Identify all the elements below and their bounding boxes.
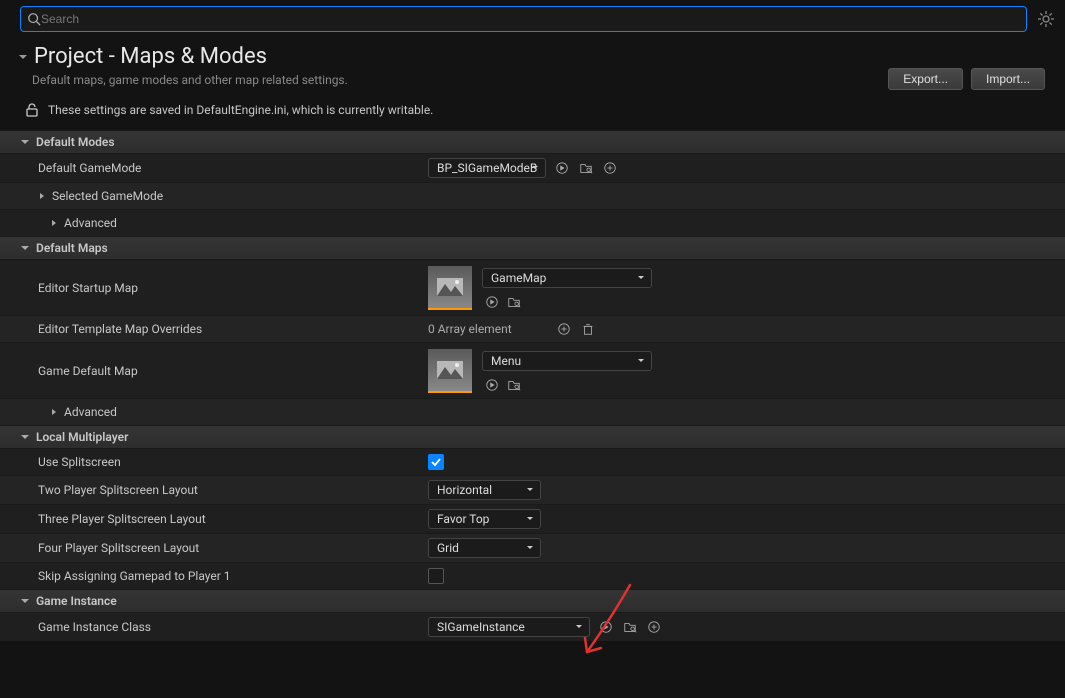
chevron-down-icon [637,274,645,282]
browse-icon[interactable] [622,619,638,635]
browse-icon[interactable] [578,160,594,176]
chevron-down-icon [526,515,534,523]
dropdown-game-instance-class[interactable]: SIGameInstance [428,617,590,637]
use-selected-icon[interactable] [554,160,570,176]
chevron-down-icon [575,623,583,631]
label-two-player-layout: Two Player Splitscreen Layout [0,483,420,497]
section-local-multiplayer[interactable]: Local Multiplayer [0,425,1065,448]
browse-icon[interactable] [506,377,522,393]
dropdown-value: SIGameInstance [437,620,525,634]
dropdown-three-player-layout[interactable]: Favor Top [428,509,541,529]
chevron-down-icon [20,432,30,442]
section-label: Default Modes [36,135,115,149]
use-selected-icon[interactable] [598,619,614,635]
label-default-gamemode: Default GameMode [0,161,420,175]
label-use-splitscreen: Use Splitscreen [0,455,420,469]
chevron-down-icon [20,243,30,253]
label-four-player-layout: Four Player Splitscreen Layout [0,541,420,555]
label-three-player-layout: Three Player Splitscreen Layout [0,512,420,526]
export-button[interactable]: Export... [888,68,963,90]
map-thumbnail[interactable] [428,349,472,393]
section-default-modes[interactable]: Default Modes [0,130,1065,153]
check-icon [431,457,441,467]
clear-array-icon[interactable] [580,321,596,337]
chevron-down-icon [526,486,534,494]
use-selected-icon[interactable] [484,377,500,393]
import-button[interactable]: Import... [971,68,1045,90]
label-advanced-modes[interactable]: Advanced [0,216,420,230]
dropdown-value: Grid [437,541,459,555]
section-label: Default Maps [36,241,108,255]
array-count: 0 Array element [428,322,548,336]
dropdown-game-default-map[interactable]: Menu [482,351,652,371]
search-input[interactable] [41,12,1020,26]
use-selected-icon[interactable] [484,294,500,310]
dropdown-value: GameMap [491,271,546,285]
add-icon[interactable] [602,160,618,176]
label-editor-template-overrides: Editor Template Map Overrides [0,322,420,336]
collapse-icon[interactable] [18,52,28,62]
dropdown-default-gamemode[interactable]: BP_SIGameModeB [428,158,546,178]
label-advanced-maps[interactable]: Advanced [0,405,420,419]
checkbox-skip-gamepad[interactable] [428,568,444,584]
unlocked-icon [24,102,40,118]
dropdown-editor-startup-map[interactable]: GameMap [482,268,652,288]
checkbox-use-splitscreen[interactable] [428,454,444,470]
chevron-down-icon [20,596,30,606]
label-selected-gamemode[interactable]: Selected GameMode [0,189,420,203]
section-game-instance[interactable]: Game Instance [0,589,1065,612]
notice-text: These settings are saved in DefaultEngin… [48,103,433,117]
add-icon[interactable] [646,619,662,635]
chevron-right-icon [50,408,58,416]
chevron-right-icon [38,192,46,200]
chevron-right-icon [50,219,58,227]
chevron-down-icon [531,164,539,172]
chevron-down-icon [20,137,30,147]
page-title: Project - Maps & Modes [34,44,267,69]
search-icon [27,12,41,26]
label-game-instance-class: Game Instance Class [0,620,420,634]
map-thumbnail[interactable] [428,266,472,310]
page-description: Default maps, game modes and other map r… [32,73,888,87]
section-label: Local Multiplayer [36,430,128,444]
dropdown-value: Favor Top [437,512,489,526]
gear-icon[interactable] [1037,10,1055,28]
label-game-default-map: Game Default Map [0,364,420,378]
browse-icon[interactable] [506,294,522,310]
section-default-maps[interactable]: Default Maps [0,236,1065,259]
row-label: Advanced [64,216,117,230]
label-editor-startup-map: Editor Startup Map [0,281,420,295]
chevron-down-icon [637,357,645,365]
dropdown-value: Menu [491,354,521,368]
dropdown-value: Horizontal [437,483,492,497]
section-label: Game Instance [36,594,117,608]
search-box[interactable] [20,6,1027,32]
row-label: Advanced [64,405,117,419]
chevron-down-icon [526,544,534,552]
row-label: Selected GameMode [52,189,163,203]
label-skip-gamepad: Skip Assigning Gamepad to Player 1 [0,569,420,583]
add-element-icon[interactable] [556,321,572,337]
dropdown-value: BP_SIGameModeB [437,161,537,175]
dropdown-four-player-layout[interactable]: Grid [428,538,541,558]
dropdown-two-player-layout[interactable]: Horizontal [428,480,541,500]
